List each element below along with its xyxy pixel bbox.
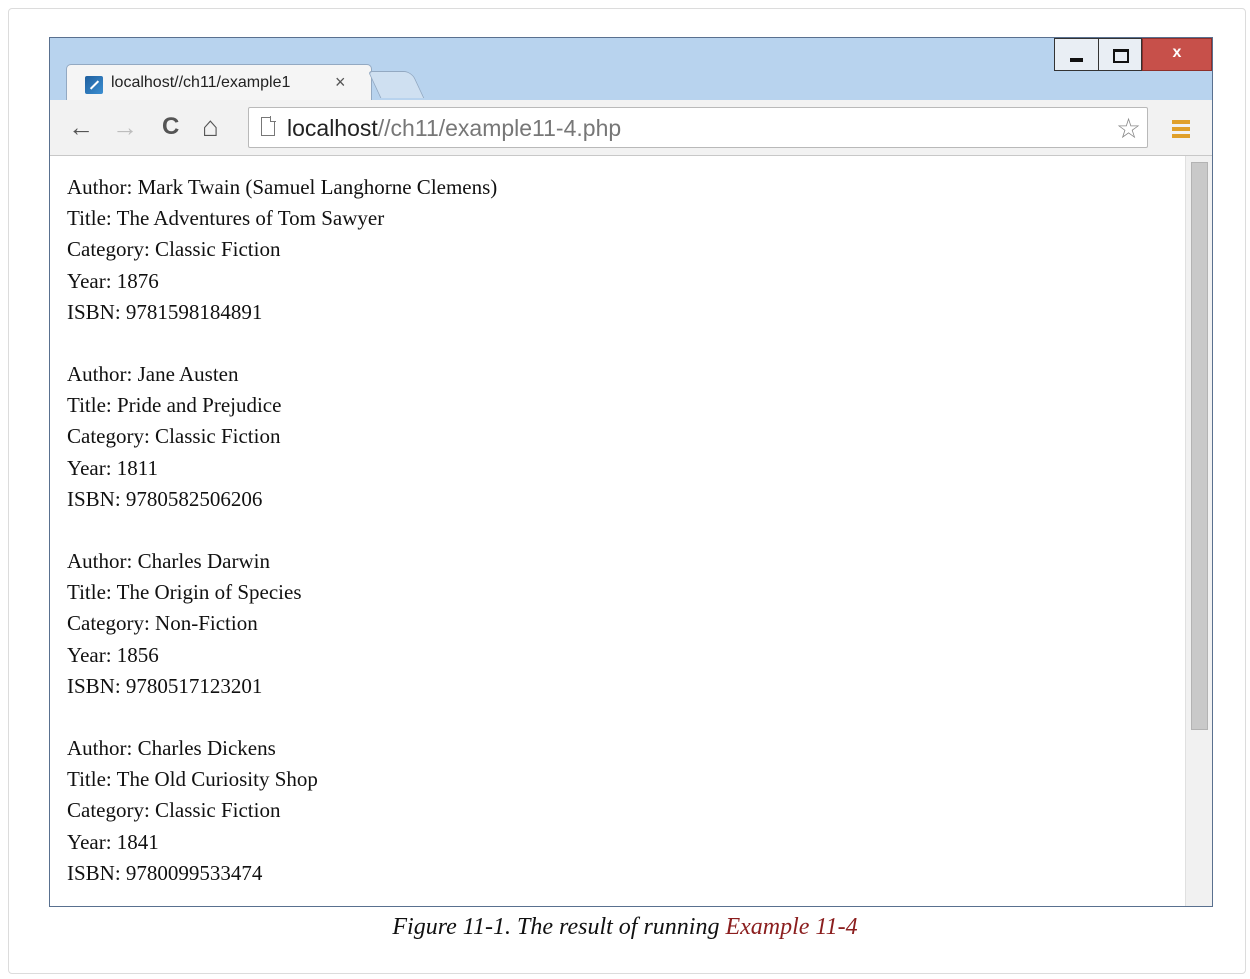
book-author: Author: Charles Darwin [67,549,270,574]
tab-close-icon[interactable]: × [335,72,346,93]
book-year: Year: 1856 [67,642,159,667]
forward-arrow-icon[interactable]: → [112,112,138,142]
book-title: Title: Pride and Prejudice [67,393,282,418]
book-author: Author: Charles Dickens [67,736,276,761]
home-icon[interactable]: ⌂ [202,112,219,142]
book-category: Category: Classic Fiction [67,798,281,823]
url-path: //ch11/example11-4.php [377,115,622,141]
book-entry: Author: Mark Twain (Samuel Langhorne Cle… [67,172,497,328]
vertical-scrollbar[interactable] [1185,156,1212,906]
book-author: Author: Jane Austen [67,362,239,387]
book-category: Category: Classic Fiction [67,424,281,449]
book-entry: Author: Charles Dickens Title: The Old C… [67,733,497,889]
book-isbn: ISBN: 9780517123201 [67,673,263,698]
title-bar: localhost//ch11/example1 × x [50,38,1212,102]
book-year: Year: 1811 [67,455,159,480]
maximize-button[interactable] [1098,38,1142,71]
close-icon: x [1172,44,1182,61]
url-text[interactable]: localhost//ch11/example11-4.php [287,115,621,142]
back-arrow-icon[interactable]: ← [68,112,94,142]
url-host: localhost [287,115,378,141]
book-isbn: ISBN: 9780099533474 [67,860,263,885]
tab-title: localhost//ch11/example1 [111,74,291,91]
book-author: Author: Mark Twain (Samuel Langhorne Cle… [67,175,498,199]
page-content: Author: Mark Twain (Samuel Langhorne Cle… [67,172,497,906]
book-category: Category: Classic Fiction [67,237,281,262]
maximize-icon [1113,49,1129,63]
book-entry: Author: Jane Austen Title: Pride and Pre… [67,359,497,515]
caption-text: Figure 11-1. The result of running [392,914,726,940]
reload-icon[interactable]: C [162,112,179,142]
new-tab-button[interactable] [367,71,425,98]
page-viewport: Author: Mark Twain (Samuel Langhorne Cle… [50,156,1212,906]
figure-caption: Figure 11-1. The result of running Examp… [0,914,1250,941]
page-icon [261,116,276,136]
book-title: Title: The Old Curiosity Shop [67,767,318,792]
browser-tab[interactable]: localhost//ch11/example1 × [66,64,372,102]
address-bar[interactable]: localhost//ch11/example11-4.php [248,107,1148,148]
book-year: Year: 1841 [67,829,159,854]
menu-icon[interactable] [1172,120,1190,138]
book-category: Category: Non-Fiction [67,611,258,636]
book-title: Title: The Origin of Species [67,580,302,605]
browser-toolbar: ← → C ⌂ localhost//ch11/example11-4.php … [50,100,1212,156]
window-controls: x [1054,38,1212,71]
example-link[interactable]: Example 11-4 [725,914,857,940]
close-window-button[interactable]: x [1142,38,1212,71]
book-isbn: ISBN: 9780582506206 [67,486,263,511]
book-entry: Author: Charles Darwin Title: The Origin… [67,546,497,702]
scrollbar-thumb[interactable] [1191,162,1208,730]
book-year: Year: 1876 [67,268,159,293]
browser-window: localhost//ch11/example1 × x ← → C ⌂ loc… [49,37,1213,907]
zend-icon [85,76,103,94]
book-title: Title: The Adventures of Tom Sawyer [67,206,385,231]
bookmark-star-icon[interactable]: ☆ [1116,114,1141,144]
book-isbn: ISBN: 9781598184891 [67,299,263,324]
minimize-button[interactable] [1054,38,1098,71]
minimize-icon [1070,58,1083,62]
